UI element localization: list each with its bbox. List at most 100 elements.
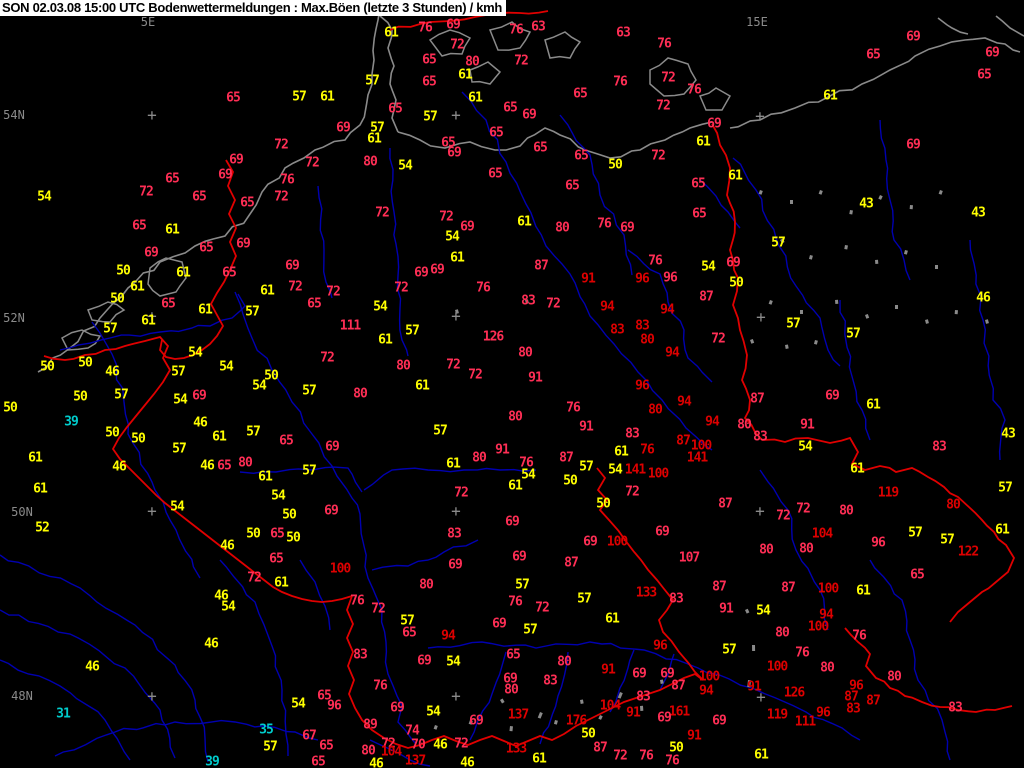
station-gust-value: 76 (509, 22, 524, 38)
station-gust-value: 57 (302, 463, 317, 479)
station-gust-value: 69 (446, 17, 461, 33)
station-gust-value: 54 (446, 654, 461, 670)
terrain-speckle (640, 705, 644, 711)
station-gust-value: 96 (635, 378, 650, 394)
station-gust-value: 76 (373, 678, 388, 694)
station-gust-value: 133 (505, 741, 528, 757)
terrain-speckle (800, 310, 803, 314)
station-gust-value: 87 (866, 693, 881, 709)
station-gust-value: 76 (508, 594, 523, 610)
station-gust-value: 57 (523, 622, 538, 638)
station-gust-value: 94 (677, 394, 692, 410)
station-gust-value: 69 (620, 220, 635, 236)
station-gust-value: 50 (729, 275, 744, 291)
station-gust-value: 76 (418, 20, 433, 36)
station-gust-value: 72 (326, 284, 341, 300)
station-gust-value: 57 (722, 642, 737, 658)
station-gust-value: 61 (212, 429, 227, 445)
station-gust-value: 100 (807, 619, 830, 635)
station-gust-value: 54 (188, 345, 203, 361)
station-gust-value: 122 (957, 544, 980, 560)
station-gust-value: 46 (433, 737, 448, 753)
station-gust-value: 126 (482, 329, 505, 345)
station-gust-value: 65 (866, 47, 881, 63)
station-gust-value: 72 (274, 137, 289, 153)
station-gust-value: 54 (271, 488, 286, 504)
terrain-speckle (750, 338, 755, 344)
station-gust-value: 69 (655, 524, 670, 540)
station-gust-value: 69 (985, 45, 1000, 61)
station-gust-value: 65 (565, 178, 580, 194)
station-gust-value: 76 (280, 172, 295, 188)
station-gust-value: 161 (668, 704, 691, 720)
station-gust-value: 54 (173, 392, 188, 408)
station-gust-value: 65 (402, 625, 417, 641)
station-gust-value: 80 (839, 503, 854, 519)
terrain-speckle (553, 719, 558, 725)
terrain-speckle (835, 299, 839, 304)
station-gust-value: 141 (686, 450, 709, 466)
station-gust-value: 50 (110, 291, 125, 307)
station-gust-value: 61 (446, 456, 461, 472)
terrain-speckle (744, 608, 750, 614)
station-gust-value: 65 (503, 100, 518, 116)
station-gust-value: 69 (906, 137, 921, 153)
station-gust-value: 65 (977, 67, 992, 83)
station-gust-value: 91 (495, 442, 510, 458)
station-gust-value: 54 (521, 467, 536, 483)
terrain-speckle (909, 204, 913, 210)
station-gust-value: 57 (365, 73, 380, 89)
station-gust-value: 61 (176, 265, 191, 281)
station-gust-value: 83 (669, 591, 684, 607)
rivers-path (732, 157, 841, 367)
station-gust-value: 50 (596, 496, 611, 512)
station-gust-value: 76 (687, 82, 702, 98)
station-gust-value: 80 (396, 358, 411, 374)
station-gust-value: 57 (263, 739, 278, 755)
station-gust-value: 91 (719, 601, 734, 617)
grid-cross-icon: + (451, 105, 461, 125)
station-gust-value: 72 (247, 570, 262, 586)
coastlines-path (544, 31, 582, 59)
station-gust-value: 65 (279, 433, 294, 449)
station-gust-value: 65 (199, 240, 214, 256)
station-gust-value: 61 (754, 747, 769, 763)
station-gust-value: 69 (726, 255, 741, 271)
station-gust-value: 100 (329, 561, 352, 577)
station-gust-value: 54 (221, 599, 236, 615)
station-gust-value: 61 (866, 397, 881, 413)
station-gust-value: 61 (728, 168, 743, 184)
station-gust-value: 137 (404, 753, 427, 768)
station-gust-value: 69 (285, 258, 300, 274)
station-gust-value: 94 (665, 345, 680, 361)
terrain-speckle (598, 715, 603, 720)
station-gust-value: 76 (852, 628, 867, 644)
station-gust-value: 69 (906, 29, 921, 45)
station-gust-value: 61 (274, 575, 289, 591)
station-gust-value: 141 (624, 462, 647, 478)
station-gust-value: 126 (783, 685, 806, 701)
station-gust-value: 54 (701, 259, 716, 275)
station-gust-value: 61 (605, 611, 620, 627)
station-gust-value: 61 (165, 222, 180, 238)
terrain-speckle (509, 726, 513, 732)
station-gust-value: 91 (687, 728, 702, 744)
station-gust-value: 72 (439, 209, 454, 225)
station-gust-value: 50 (286, 530, 301, 546)
station-gust-value: 96 (653, 638, 668, 654)
terrain-speckle (925, 319, 929, 324)
station-gust-value: 35 (259, 722, 274, 738)
station-gust-value: 80 (363, 154, 378, 170)
station-gust-value: 65 (240, 195, 255, 211)
station-gust-value: 80 (887, 669, 902, 685)
coastlines-path (937, 17, 969, 35)
station-gust-value: 76 (566, 400, 581, 416)
station-gust-value: 57 (103, 321, 118, 337)
station-gust-value: 50 (246, 526, 261, 542)
station-gust-value: 65 (226, 90, 241, 106)
station-gust-value: 57 (515, 577, 530, 593)
station-gust-value: 94 (699, 683, 714, 699)
grid-coordinate-label: 48N (11, 689, 33, 703)
station-gust-value: 57 (405, 323, 420, 339)
station-gust-value: 57 (786, 316, 801, 332)
